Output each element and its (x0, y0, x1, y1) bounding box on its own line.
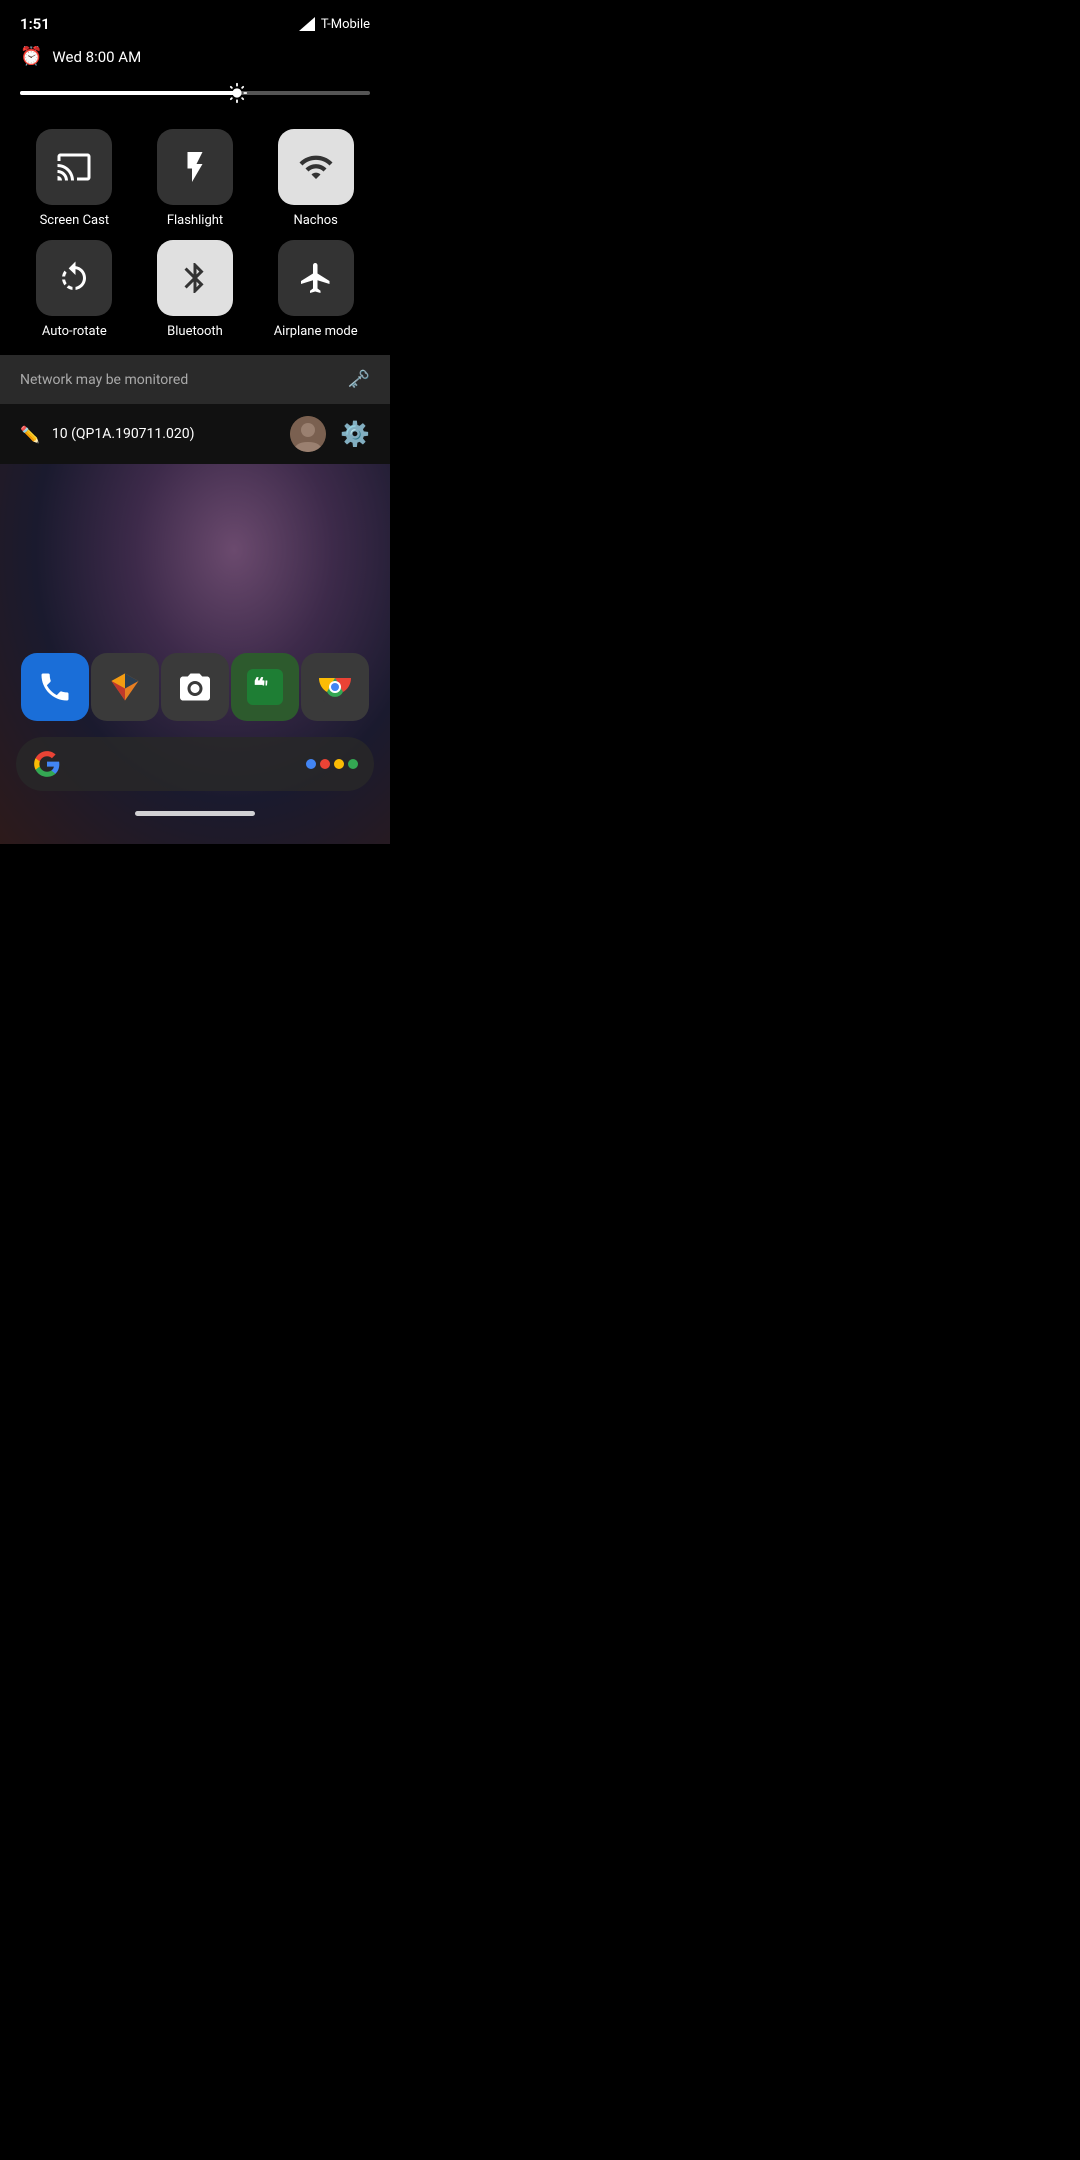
tile-label-flashlight: Flashlight (167, 213, 223, 228)
alarm-icon: ⏰ (20, 46, 42, 67)
status-time: 1:51 (20, 15, 50, 33)
tile-screen-cast[interactable]: Screen Cast (20, 129, 129, 228)
bottom-bar: ✏️ 10 (QP1A.190711.020) ⚙️ (0, 404, 390, 464)
tile-auto-rotate[interactable]: Auto-rotate (20, 240, 129, 339)
google-g-logo (32, 749, 62, 779)
pencil-icon[interactable]: ✏️ (20, 425, 40, 444)
dot-red (320, 759, 330, 769)
google-dots (306, 759, 358, 769)
status-icons: T-Mobile (299, 17, 370, 32)
tile-airplane-mode[interactable]: Airplane mode (261, 240, 370, 339)
brightness-thumb[interactable] (223, 79, 251, 107)
brightness-track (20, 91, 370, 95)
carrier-name: T-Mobile (321, 17, 370, 32)
user-avatar[interactable] (290, 416, 326, 452)
dot-blue (306, 759, 316, 769)
tile-button-nachos[interactable] (278, 129, 354, 205)
app-icon-chrome[interactable] (301, 653, 369, 721)
bluetooth-icon (177, 260, 213, 296)
tile-button-airplane-mode[interactable] (278, 240, 354, 316)
android-version-text: 10 (QP1A.190711.020) (52, 426, 195, 442)
tile-label-airplane-mode: Airplane mode (274, 324, 358, 339)
alarm-info: ⏰ Wed 8:00 AM (20, 46, 141, 67)
brightness-fill (20, 91, 237, 95)
bottom-bar-actions: ⚙️ (290, 416, 370, 452)
key-icon: 🗝️ (348, 369, 370, 390)
app-icon-maps[interactable] (91, 653, 159, 721)
alarm-row: ⏰ Wed 8:00 AM (0, 40, 390, 77)
brightness-slider[interactable] (20, 81, 370, 105)
app-icon-phone[interactable] (21, 653, 89, 721)
tile-bluetooth[interactable]: Bluetooth (141, 240, 250, 339)
app-icon-camera[interactable] (161, 653, 229, 721)
signal-icon (299, 17, 315, 31)
tile-button-screen-cast[interactable] (36, 129, 112, 205)
svg-text:❝: ❝ (253, 675, 264, 699)
tile-label-auto-rotate: Auto-rotate (42, 324, 107, 339)
quick-settings-panel: 1:51 T-Mobile ⏰ Wed 8:00 AM (0, 0, 390, 464)
app-dock: " ❝ (0, 653, 390, 737)
app-icon-duo[interactable]: " ❝ (231, 653, 299, 721)
tile-label-screen-cast: Screen Cast (40, 213, 110, 228)
tile-button-auto-rotate[interactable] (36, 240, 112, 316)
alarm-time-text: Wed 8:00 AM (52, 48, 141, 66)
nav-pill (135, 811, 255, 816)
tile-button-flashlight[interactable] (157, 129, 233, 205)
settings-icon[interactable]: ⚙️ (340, 420, 370, 448)
tile-button-bluetooth[interactable] (157, 240, 233, 316)
status-bar: 1:51 T-Mobile (0, 0, 390, 40)
wifi-icon (298, 149, 334, 185)
brightness-row[interactable] (0, 77, 390, 121)
dot-green (348, 759, 358, 769)
airplane-icon (298, 260, 334, 296)
network-monitor-text: Network may be monitored (20, 372, 188, 388)
brightness-icon (226, 82, 248, 104)
tile-label-nachos: Nachos (293, 213, 337, 228)
android-version-row: ✏️ 10 (QP1A.190711.020) (20, 425, 194, 444)
dot-yellow (334, 759, 344, 769)
tile-nachos[interactable]: Nachos (261, 129, 370, 228)
flashlight-icon (177, 149, 213, 185)
google-search-bar[interactable] (16, 737, 374, 791)
auto-rotate-icon (56, 260, 92, 296)
tiles-grid: Screen Cast Flashlight Nachos (0, 121, 390, 355)
tile-flashlight[interactable]: Flashlight (141, 129, 250, 228)
network-monitor-bar[interactable]: Network may be monitored 🗝️ (0, 355, 390, 404)
tile-label-bluetooth: Bluetooth (167, 324, 223, 339)
cast-icon (56, 149, 92, 185)
